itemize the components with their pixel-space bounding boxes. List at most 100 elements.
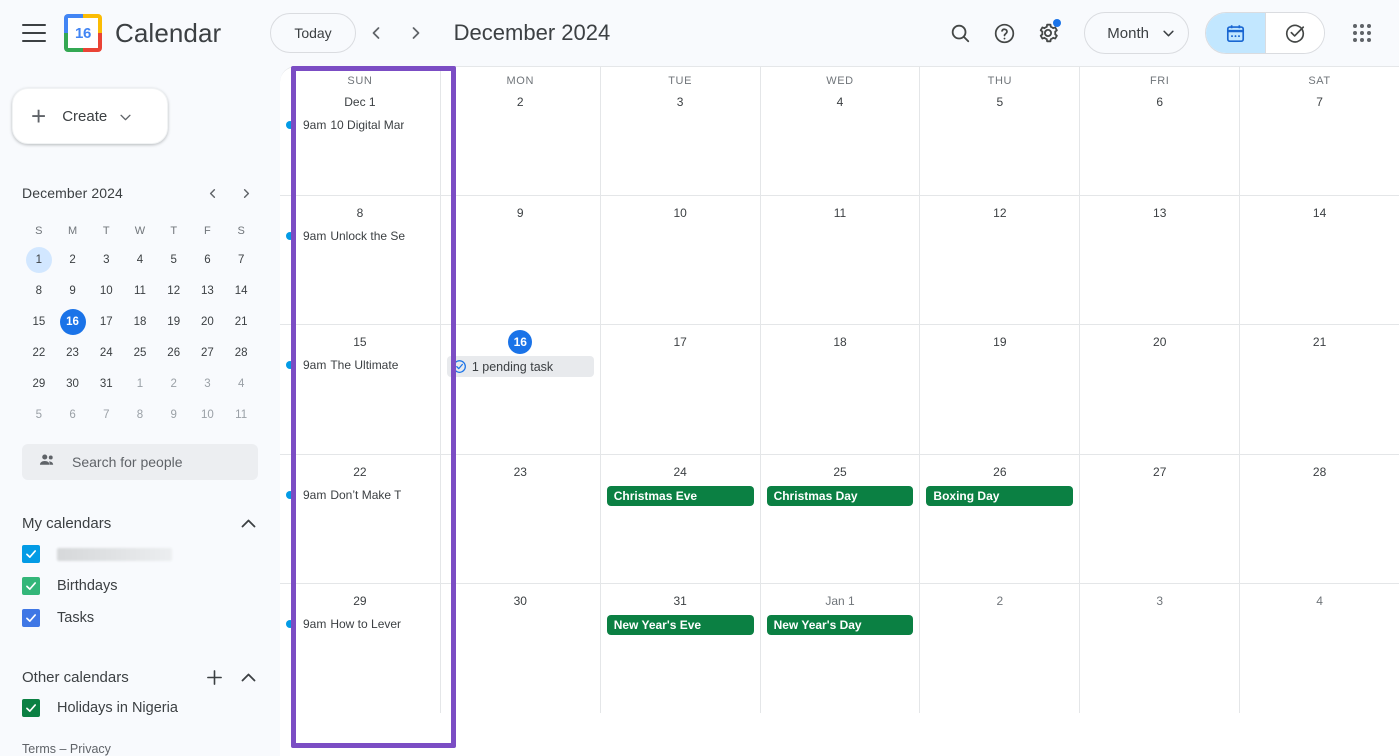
mini-calendar-day[interactable]: 13 — [194, 278, 220, 304]
day-number[interactable]: 24 — [601, 460, 760, 484]
day-number[interactable]: 30 — [441, 589, 600, 613]
timed-event[interactable]: 9am Unlock the Se — [286, 226, 438, 246]
my-calendar-item[interactable] — [22, 538, 258, 570]
mini-calendar-day[interactable]: 9 — [161, 402, 187, 428]
all-day-event-chip[interactable]: New Year's Eve — [606, 614, 754, 635]
create-button[interactable]: + Create — [12, 88, 168, 144]
mini-calendar-day[interactable]: 30 — [60, 371, 86, 397]
day-number[interactable]: 4 — [761, 90, 920, 114]
calendar-day-cell[interactable]: 17 — [599, 325, 760, 454]
day-number[interactable]: 27 — [1080, 460, 1239, 484]
search-for-people[interactable]: Search for people — [22, 444, 258, 480]
calendar-day-cell[interactable]: 25 Christmas Day — [759, 454, 920, 583]
calendar-day-cell[interactable]: MON 2 — [439, 67, 600, 196]
day-number[interactable]: 13 — [1080, 201, 1239, 225]
mini-calendar-day[interactable]: 2 — [60, 247, 86, 273]
help-button[interactable] — [982, 11, 1026, 55]
mini-calendar-day[interactable]: 20 — [194, 309, 220, 335]
day-number[interactable]: 7 — [1240, 90, 1399, 114]
all-day-event-chip[interactable]: Christmas Eve — [606, 485, 754, 506]
calendar-day-cell[interactable]: Jan 1 New Year's Day — [759, 583, 920, 713]
day-number[interactable]: 25 — [761, 460, 920, 484]
previous-period-button[interactable] — [356, 13, 396, 53]
toggle-tasks-view[interactable] — [1265, 13, 1324, 53]
mini-calendar-day[interactable]: 1 — [127, 371, 153, 397]
day-number[interactable]: 31 — [601, 589, 760, 613]
day-number[interactable]: 4 — [1240, 589, 1399, 613]
mini-calendar-day[interactable]: 31 — [93, 371, 119, 397]
mini-calendar-day[interactable]: 11 — [228, 402, 254, 428]
calendar-day-cell[interactable]: 30 — [439, 583, 600, 713]
calendar-day-cell[interactable]: 2 — [919, 583, 1079, 713]
calendar-day-cell[interactable]: 9 — [439, 196, 600, 325]
day-number[interactable]: 15 — [280, 330, 440, 354]
add-other-calendar-button[interactable] — [204, 667, 224, 687]
mini-calendar-day[interactable]: 12 — [161, 278, 187, 304]
day-number[interactable]: Dec 1 — [280, 90, 440, 114]
day-number[interactable]: 18 — [761, 330, 920, 354]
calendar-day-cell[interactable]: 23 — [439, 454, 600, 583]
apps-grid-icon[interactable] — [1341, 12, 1383, 54]
mini-calendar-day[interactable]: 4 — [228, 371, 254, 397]
search-button[interactable] — [938, 11, 982, 55]
pending-task-chip[interactable]: 1 pending task — [446, 356, 594, 378]
mini-calendar-day[interactable]: 1 — [25, 247, 52, 273]
mini-calendar-day[interactable]: 7 — [93, 402, 119, 428]
day-number[interactable]: 23 — [441, 460, 600, 484]
calendar-day-cell[interactable]: TUE 3 — [599, 67, 760, 196]
calendar-day-cell[interactable]: 8 9am Unlock the Se — [280, 196, 440, 324]
calendar-day-cell[interactable]: 31 New Year's Eve — [599, 583, 760, 713]
mini-calendar-day[interactable]: 25 — [127, 340, 153, 366]
all-day-event-chip[interactable]: Boxing Day — [926, 485, 1074, 506]
mini-calendar-day[interactable]: 15 — [26, 309, 52, 335]
day-number[interactable]: 8 — [280, 201, 440, 225]
calendar-day-cell[interactable]: THU 5 — [919, 67, 1079, 196]
calendar-day-cell[interactable]: 15 9am The Ultimate — [280, 325, 440, 453]
mini-calendar-day[interactable]: 29 — [26, 371, 52, 397]
day-number[interactable]: 9 — [441, 201, 600, 225]
day-number[interactable]: 3 — [601, 90, 760, 114]
day-number[interactable]: 2 — [441, 90, 600, 114]
mini-calendar-day[interactable]: 5 — [161, 247, 187, 273]
my-calendar-item[interactable]: Birthdays — [22, 570, 258, 602]
day-number[interactable]: 16 — [441, 330, 600, 355]
mini-calendar-day[interactable]: 14 — [228, 278, 254, 304]
mini-calendar-day[interactable]: 22 — [26, 340, 52, 366]
mini-calendar-day[interactable]: 8 — [127, 402, 153, 428]
day-number[interactable]: 5 — [920, 90, 1079, 114]
day-number[interactable]: 26 — [920, 460, 1079, 484]
other-calendars-collapse-button[interactable] — [238, 667, 258, 687]
legal-links[interactable]: Terms – Privacy — [22, 742, 258, 756]
mini-calendar-day[interactable]: 3 — [194, 371, 220, 397]
settings-button[interactable] — [1026, 11, 1070, 55]
day-number[interactable]: 19 — [920, 330, 1079, 354]
mini-calendar-day[interactable]: 4 — [127, 247, 153, 273]
mini-calendar-day[interactable]: 21 — [228, 309, 254, 335]
mini-calendar-day[interactable]: 18 — [127, 309, 153, 335]
other-calendar-checkbox[interactable] — [22, 699, 40, 717]
calendar-day-cell[interactable]: 22 9am Don’t Make T — [280, 455, 440, 583]
calendar-day-cell[interactable]: 3 — [1079, 583, 1239, 713]
calendar-day-cell[interactable]: WED 4 — [759, 67, 920, 196]
my-calendar-item[interactable]: Tasks — [22, 602, 258, 634]
mini-calendar-day[interactable]: 8 — [26, 278, 52, 304]
timed-event[interactable]: 9am Don’t Make T — [286, 485, 438, 505]
day-number[interactable]: 3 — [1080, 589, 1239, 613]
day-number[interactable]: 21 — [1240, 330, 1399, 354]
mini-calendar-day[interactable]: 3 — [93, 247, 119, 273]
day-number[interactable]: 29 — [280, 589, 440, 613]
calendar-day-cell[interactable]: 16 1 pending task — [439, 325, 600, 454]
day-number[interactable]: 2 — [920, 589, 1079, 613]
mini-calendar-day[interactable]: 6 — [60, 402, 86, 428]
mini-calendar-day[interactable]: 19 — [161, 309, 187, 335]
my-calendar-checkbox[interactable] — [22, 609, 40, 627]
calendar-day-cell[interactable]: 18 — [759, 325, 920, 454]
calendar-day-cell[interactable]: 29 9am How to Lever — [280, 584, 440, 713]
mini-calendar-day[interactable]: 10 — [93, 278, 119, 304]
mini-calendar-day[interactable]: 10 — [194, 402, 220, 428]
calendar-day-cell[interactable]: SAT 7 — [1239, 67, 1399, 196]
timed-event[interactable]: 9am The Ultimate — [286, 355, 438, 375]
mini-calendar-day[interactable]: 6 — [194, 247, 220, 273]
mini-calendar-day[interactable]: 11 — [127, 278, 153, 304]
next-period-button[interactable] — [396, 13, 436, 53]
